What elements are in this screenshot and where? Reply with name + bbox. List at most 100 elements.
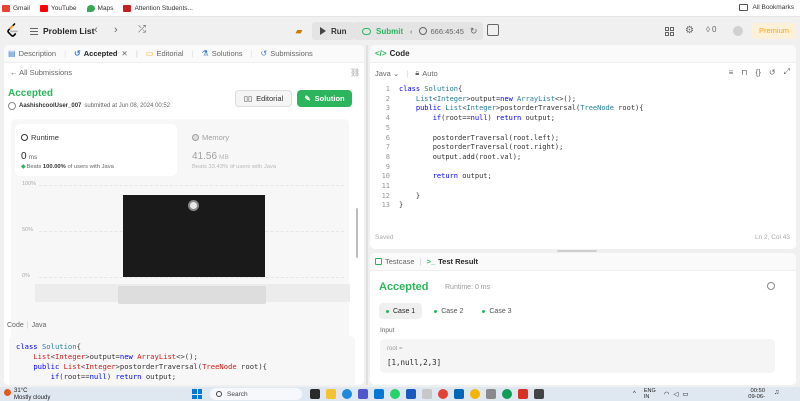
all-submissions-link[interactable]: ← All Submissions: [10, 68, 72, 77]
reset-timer-icon[interactable]: ↻: [470, 26, 478, 37]
word-icon[interactable]: [406, 389, 416, 399]
link-icon[interactable]: ⛓: [350, 68, 360, 77]
widgets-icon[interactable]: [310, 389, 320, 399]
dark-overlay-popup: [123, 195, 265, 277]
weather-widget[interactable]: 31°C Mostly cloudy: [4, 388, 50, 401]
notification-bell-icon[interactable]: ♫: [774, 389, 779, 396]
system-tray: ^ ENG IN ◠ ◁ ▭: [633, 388, 693, 400]
history-icon: ↺: [260, 49, 268, 58]
book-icon: ▭: [145, 49, 154, 58]
reset-icon[interactable]: ↺: [769, 68, 776, 77]
save-status: Saved: [375, 234, 394, 241]
prev-problem-icon[interactable]: ‹: [94, 24, 98, 36]
gmail-icon: [2, 4, 10, 12]
bookmark-gmail[interactable]: Gmail: [2, 4, 30, 12]
left-panel: ▤ Description | ↺ Accepted ✕ | ▭ Editorial | ⚗ S…: [4, 45, 364, 385]
case-tab-1[interactable]: Case 1: [379, 303, 423, 319]
volume-icon[interactable]: ◁: [673, 390, 678, 398]
tab-solutions[interactable]: ⚗ Solutions |: [202, 49, 253, 58]
checkbox-icon: [375, 258, 382, 265]
all-bookmarks[interactable]: All Bookmarks: [739, 4, 794, 11]
submitted-code-preview[interactable]: class Solution{ List<Integer>output=new …: [9, 336, 355, 385]
app-icon[interactable]: [486, 389, 496, 399]
upload-cloud-icon: [362, 27, 371, 35]
notes-icon[interactable]: [487, 24, 499, 36]
code-area[interactable]: 1 class Solution{ 2 List<Integer>output=n…: [370, 85, 796, 220]
runtime-card[interactable]: Runtime 0 ms ◆Beats 100.00% of users with…: [15, 124, 177, 176]
left-tab-bar: ▤ Description | ↺ Accepted ✕ | ▭ Editorial | ⚗ S…: [4, 45, 364, 63]
shuffle-icon[interactable]: ⤮: [138, 24, 146, 35]
editorial-button[interactable]: ▯▯ Editorial: [235, 90, 292, 107]
result-runtime: Runtime: 0 ms: [445, 284, 491, 291]
chevron-up-icon[interactable]: ^: [633, 391, 636, 397]
layout-grid-icon[interactable]: [665, 27, 674, 36]
language-indicator[interactable]: ENG IN: [644, 388, 656, 400]
memory-card[interactable]: Memory 41.56 MB Beats 33.43% of users wit…: [186, 124, 346, 176]
tab-test-result[interactable]: >_ Test Result: [427, 257, 478, 266]
format-icon[interactable]: ≡: [729, 68, 734, 77]
bookmark-maps[interactable]: Maps: [86, 4, 113, 12]
bookmark-icon[interactable]: ⊓: [741, 68, 747, 77]
vertical-splitter[interactable]: [366, 45, 368, 385]
problem-list-link[interactable]: Problem List: [43, 26, 94, 36]
battery-icon[interactable]: ▭: [682, 390, 688, 398]
app-icon[interactable]: [422, 389, 432, 399]
language-select[interactable]: Java ⌄: [375, 69, 399, 78]
wifi-icon[interactable]: ◠: [664, 390, 670, 398]
next-problem-icon[interactable]: ›: [114, 24, 118, 36]
book-icon: ▯▯: [243, 94, 253, 103]
settings-gear-icon[interactable]: ⚙: [685, 25, 694, 36]
user-avatar[interactable]: [733, 26, 743, 36]
chrome-icon[interactable]: [470, 389, 480, 399]
store-icon[interactable]: [374, 389, 384, 399]
submitted-time: submitted at Jun 08, 2024 00:52: [84, 103, 171, 109]
debug-ideas-icon[interactable]: [767, 282, 775, 290]
expand-icon[interactable]: ⤢: [784, 67, 790, 77]
vscode-icon[interactable]: [454, 389, 464, 399]
debug-icon[interactable]: ▰: [292, 23, 306, 39]
splitter-handle[interactable]: [356, 208, 358, 258]
tab-submissions[interactable]: ↺ Submissions: [261, 49, 313, 58]
submit-button[interactable]: Submit: [354, 22, 412, 40]
whatsapp-icon[interactable]: [390, 389, 400, 399]
app-icon[interactable]: [534, 389, 544, 399]
case-tab-2[interactable]: Case 2: [427, 303, 470, 319]
test-result-panel: Testcase | >_ Test Result Accepted Runtim…: [370, 253, 796, 385]
app-icon[interactable]: [518, 389, 528, 399]
braces-icon[interactable]: {}: [756, 68, 761, 77]
close-tab-icon[interactable]: ✕: [122, 49, 128, 58]
collapse-timer-icon[interactable]: ‹: [410, 27, 413, 36]
bookmark-youtube[interactable]: YouTube: [39, 4, 77, 12]
chrome-icon[interactable]: [502, 389, 512, 399]
leetcode-logo-icon[interactable]: [6, 23, 19, 38]
premium-button[interactable]: Premium: [752, 23, 796, 39]
case-tab-3[interactable]: Case 3: [475, 303, 518, 319]
chrome-icon[interactable]: [438, 389, 448, 399]
username[interactable]: AashishcoolUser_007: [19, 103, 81, 109]
range-slider-thumb[interactable]: [118, 286, 266, 304]
taskbar-search[interactable]: Search: [210, 388, 302, 400]
taskbar-clock[interactable]: 00:5009-06-2024: [737, 388, 765, 401]
run-button[interactable]: Run: [312, 22, 355, 40]
explorer-icon[interactable]: [326, 389, 336, 399]
solution-button[interactable]: ✎ Solution: [297, 90, 352, 107]
tab-editorial[interactable]: ▭ Editorial |: [146, 49, 194, 58]
streak-counter[interactable]: ◊ 0: [706, 25, 716, 34]
submission-status: Accepted: [8, 88, 54, 99]
fire-icon: ◊: [706, 25, 710, 34]
edge-icon[interactable]: [342, 389, 352, 399]
tab-accepted[interactable]: ↺ Accepted ✕ |: [74, 49, 138, 58]
tab-description[interactable]: ▤ Description |: [8, 49, 66, 58]
auto-mode[interactable]: Auto: [422, 69, 437, 78]
bookmark-attention-students[interactable]: Attention Students...: [123, 4, 193, 12]
teams-icon[interactable]: [358, 389, 368, 399]
tab-testcase[interactable]: Testcase: [375, 257, 415, 266]
pass-dot-icon: [434, 309, 438, 313]
code-label-row: Code | Java: [7, 322, 47, 329]
result-tab-bar: Testcase | >_ Test Result: [370, 253, 796, 271]
code-icon: </>: [375, 49, 387, 58]
horizontal-splitter-handle[interactable]: [557, 250, 597, 252]
memory-icon: [192, 134, 199, 141]
timer[interactable]: ‹ 666:45:45 ↻: [404, 22, 484, 40]
windows-start-icon[interactable]: [192, 389, 202, 399]
